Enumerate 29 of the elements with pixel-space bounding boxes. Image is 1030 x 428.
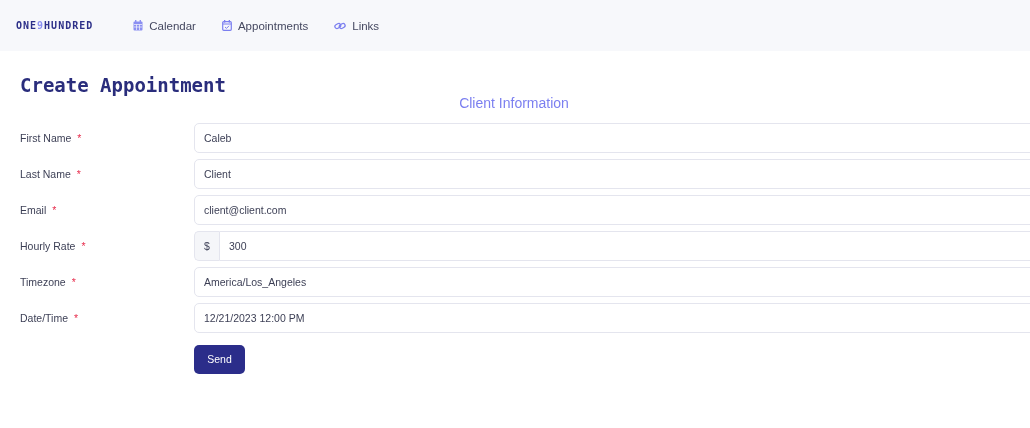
- required-mark: *: [74, 312, 79, 324]
- calendar-icon: [133, 20, 144, 31]
- logo[interactable]: ONE9HUNDRED: [16, 20, 94, 31]
- input-field[interactable]: 300: [219, 231, 1030, 261]
- required-mark: *: [81, 240, 86, 252]
- field-label: Timezone: [20, 276, 66, 288]
- input-field[interactable]: Caleb: [194, 123, 1030, 153]
- input-field[interactable]: Client: [194, 159, 1030, 189]
- field-label: Hourly Rate: [20, 240, 76, 252]
- link-icon: [334, 20, 347, 31]
- section-heading: Client Information: [458, 94, 570, 112]
- required-mark: *: [52, 204, 57, 216]
- nav-link[interactable]: Calendar: [133, 19, 196, 32]
- currency-prefix: $: [194, 231, 219, 261]
- page-title: Create Appointment: [20, 73, 227, 97]
- field-label: First Name: [20, 132, 72, 144]
- required-mark: *: [76, 168, 81, 180]
- input-field[interactable]: America/Los_Angeles: [194, 267, 1030, 297]
- input-field[interactable]: client@client.com: [194, 195, 1030, 225]
- input-field[interactable]: 12/21/2023 12:00 PM: [194, 303, 1030, 333]
- send-button[interactable]: Send: [194, 344, 245, 374]
- required-mark: *: [71, 276, 76, 288]
- nav-link[interactable]: Links: [334, 19, 380, 32]
- required-mark: *: [77, 132, 82, 144]
- nav-link[interactable]: Appointments: [221, 19, 309, 32]
- field-label: Date/Time: [20, 312, 69, 324]
- field-label: Last Name: [20, 168, 71, 180]
- calendar-check-icon: [221, 20, 232, 31]
- field-label: Email: [20, 204, 47, 216]
